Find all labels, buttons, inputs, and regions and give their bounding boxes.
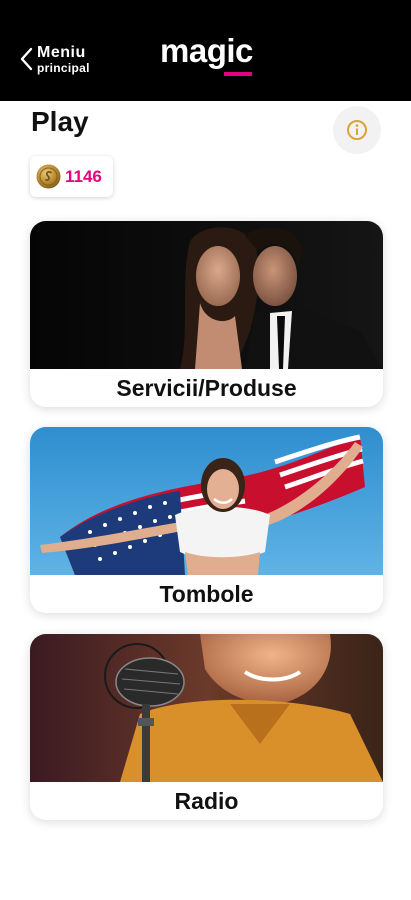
logo-accent-bar — [224, 72, 252, 76]
magic-logo: magic — [160, 32, 253, 80]
card-label: Servicii/Produse — [116, 374, 297, 401]
card-label: Tombole — [159, 580, 254, 607]
woman-with-us-flag-photo — [30, 427, 383, 575]
logo-text: magic — [160, 32, 253, 69]
page-title: Play — [31, 106, 89, 137]
card-radio[interactable]: Radio — [30, 634, 383, 820]
coin-icon — [36, 164, 61, 189]
points-badge: 1146 — [30, 156, 113, 197]
card-servicii-produse[interactable]: Servicii/Produse — [30, 221, 383, 407]
app-header: Meniu principal magic — [0, 0, 411, 101]
back-button[interactable]: Meniu principal — [18, 44, 90, 74]
card-tombole[interactable]: Tombole — [30, 427, 383, 613]
radio-microphone-photo — [30, 634, 383, 782]
info-button[interactable] — [333, 106, 381, 154]
back-label-line2: principal — [37, 60, 90, 75]
points-value: 1146 — [65, 166, 102, 186]
chevron-left-icon — [20, 47, 33, 71]
info-icon — [347, 120, 367, 140]
card-label: Radio — [174, 787, 239, 814]
back-label: Meniu principal — [37, 43, 90, 75]
back-label-line1: Meniu — [37, 43, 86, 61]
couple-photo — [30, 221, 383, 369]
